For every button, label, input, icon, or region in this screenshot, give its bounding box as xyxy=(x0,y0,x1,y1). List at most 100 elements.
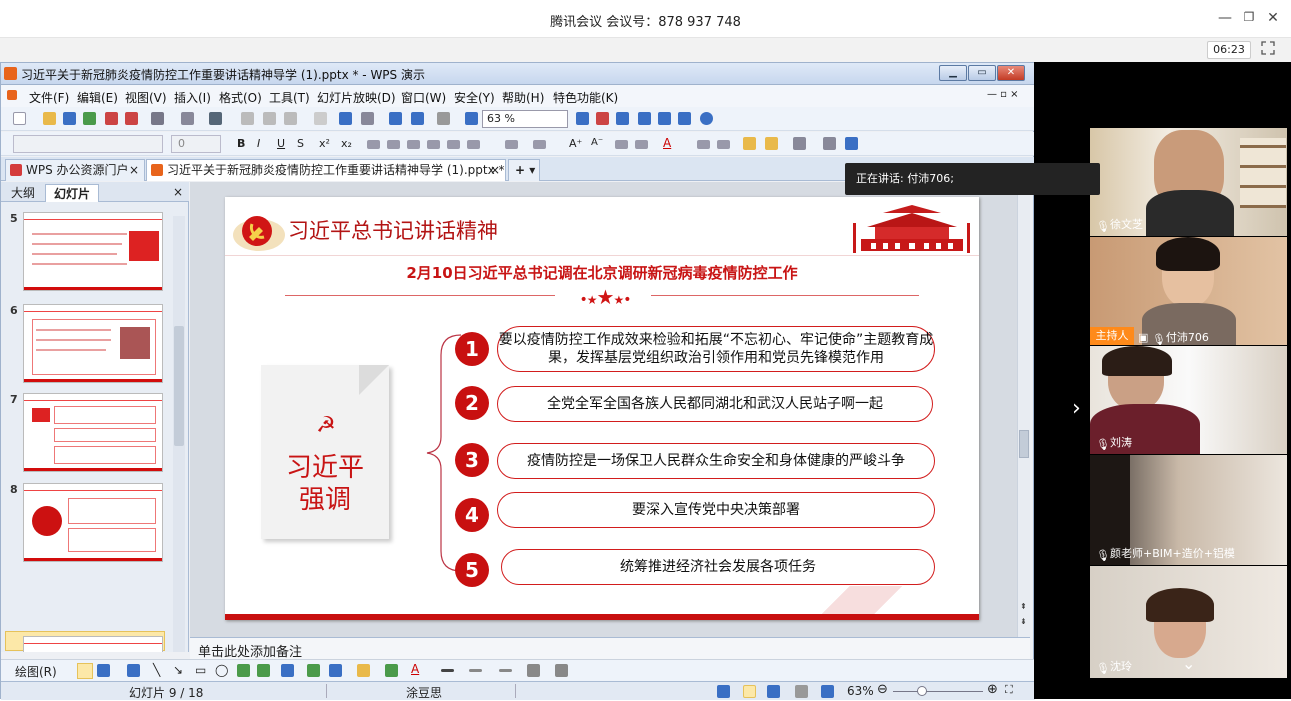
zoom-combo[interactable]: 63 % xyxy=(482,110,568,128)
panel-scrollbar[interactable] xyxy=(173,216,185,652)
grid2-icon[interactable] xyxy=(823,137,836,150)
wps-minimize-button[interactable]: ▁ xyxy=(939,65,967,81)
subscript-button[interactable]: x₂ xyxy=(341,137,352,150)
video-tile[interactable]: 🎙刘涛 xyxy=(1090,346,1287,454)
paste-icon[interactable] xyxy=(284,112,297,125)
shadow-icon[interactable] xyxy=(527,664,540,677)
arrow-style-icon[interactable] xyxy=(499,669,512,672)
table-icon[interactable] xyxy=(793,137,806,150)
3d-icon[interactable] xyxy=(555,664,568,677)
grid-icon[interactable] xyxy=(465,112,478,125)
numbered-list-icon[interactable] xyxy=(505,140,518,149)
share-icon[interactable] xyxy=(678,112,691,125)
video-tile[interactable]: 🎙沈玲 ⌄ xyxy=(1090,566,1287,678)
picture-icon[interactable] xyxy=(307,664,320,677)
redo-icon[interactable] xyxy=(361,112,374,125)
view-normal-icon[interactable] xyxy=(717,685,730,698)
preview-icon[interactable] xyxy=(181,112,194,125)
wps-restore-button[interactable]: ▭ xyxy=(968,65,996,81)
menu-special[interactable]: 特色功能(K) xyxy=(553,89,618,106)
tab-document[interactable]: 习近平关于新冠肺炎疫情防控工作重要讲话精神导学 (1).pptx * × xyxy=(146,159,506,181)
new-icon[interactable] xyxy=(13,112,26,125)
video-tile[interactable]: 🎙徐文芝 xyxy=(1090,128,1287,236)
rotate-icon[interactable] xyxy=(97,664,110,677)
wordart-icon[interactable] xyxy=(281,664,294,677)
print-icon[interactable] xyxy=(151,112,164,125)
menu-insert[interactable]: 插入(I) xyxy=(174,89,211,106)
italic-button[interactable]: I xyxy=(257,137,260,150)
pdf2-icon[interactable] xyxy=(125,112,138,125)
fit-window-icon[interactable]: ⛶ xyxy=(1005,683,1013,697)
shadow-button[interactable]: S xyxy=(297,137,304,150)
save-icon[interactable] xyxy=(63,112,76,125)
font-name-combo[interactable] xyxy=(13,135,163,153)
cut-icon[interactable] xyxy=(241,112,254,125)
slideshow-icon[interactable] xyxy=(821,685,834,698)
find-icon[interactable] xyxy=(576,112,589,125)
zoom-slider[interactable] xyxy=(893,691,983,692)
copy-icon[interactable] xyxy=(263,112,276,125)
autoshape-icon[interactable] xyxy=(127,664,140,677)
line-color-icon[interactable] xyxy=(385,664,398,677)
slide-icon[interactable] xyxy=(638,112,651,125)
bold-button[interactable]: B xyxy=(237,137,245,150)
slide-thumbnail[interactable] xyxy=(23,483,163,562)
slide-thumbnail[interactable] xyxy=(23,304,163,383)
draw-menu[interactable]: 绘图(R) xyxy=(15,663,57,680)
distribute-icon[interactable] xyxy=(447,140,460,149)
open-icon[interactable] xyxy=(43,112,56,125)
slide-thumbnail-selected[interactable] xyxy=(23,636,163,652)
pdf-icon[interactable] xyxy=(105,112,118,125)
ellipse-icon[interactable]: ◯ xyxy=(215,663,228,677)
zoom-in-button[interactable]: ⊕ xyxy=(987,682,998,697)
video-tile[interactable]: 🎙颜老师+BIM+造价+铝模 xyxy=(1090,455,1287,565)
menu-help[interactable]: 帮助(H) xyxy=(502,89,544,106)
zoom-slider-thumb[interactable] xyxy=(917,686,927,696)
indent-icon[interactable] xyxy=(615,140,628,149)
shrink-font-button[interactable]: A⁻ xyxy=(591,137,603,148)
view-slide-icon[interactable] xyxy=(743,685,756,698)
brush-icon[interactable] xyxy=(314,112,327,125)
menu-security[interactable]: 安全(Y) xyxy=(454,89,495,106)
underline-button[interactable]: U xyxy=(277,137,285,150)
scroll-thumb[interactable] xyxy=(1019,430,1029,458)
menu-tools[interactable]: 工具(T) xyxy=(269,89,310,106)
fill-color-icon[interactable] xyxy=(357,664,370,677)
grow-font-button[interactable]: A⁺ xyxy=(569,137,582,150)
spacing2-icon[interactable] xyxy=(717,140,730,149)
help-icon[interactable] xyxy=(700,112,713,125)
menu-slideshow[interactable]: 幻灯片放映(D) xyxy=(317,89,396,106)
undo-icon[interactable] xyxy=(339,112,352,125)
layout-icon[interactable] xyxy=(743,137,756,150)
slide-thumbnail[interactable] xyxy=(23,393,163,472)
notes-pane[interactable]: 单击此处添加备注 xyxy=(190,637,1030,660)
close-button[interactable]: ✕ xyxy=(1263,10,1283,26)
zoom-out-button[interactable]: ⊖ xyxy=(877,682,888,697)
tab-outline[interactable]: 大纲 xyxy=(3,184,43,202)
formula-icon[interactable] xyxy=(389,112,402,125)
justify-icon[interactable] xyxy=(427,140,440,149)
minimize-button[interactable]: — xyxy=(1215,10,1235,26)
video-tile[interactable]: 主持人 ▣ 🎙付沛706 xyxy=(1090,237,1287,345)
select-icon[interactable] xyxy=(77,663,93,679)
vertical-text-icon[interactable] xyxy=(257,664,270,677)
add-tab-button[interactable]: + ▾ xyxy=(508,159,540,181)
slide-thumbnail[interactable] xyxy=(23,212,163,291)
clipart-icon[interactable] xyxy=(329,664,342,677)
superscript-button[interactable]: x² xyxy=(319,137,330,150)
menu-window[interactable]: 窗口(W) xyxy=(401,89,446,106)
align-left-icon[interactable] xyxy=(367,140,380,149)
tab-wps-portal[interactable]: WPS 办公资源门户 × xyxy=(5,159,145,181)
arrow-icon[interactable]: ↘ xyxy=(173,663,183,677)
design-icon[interactable] xyxy=(765,137,778,150)
slide-canvas[interactable]: 习近平总书记讲话精神 2月10日习近平总书记调在北京调研新冠病毒疫情防控工作 •… xyxy=(190,182,1028,637)
textbox-icon[interactable] xyxy=(237,664,250,677)
menu-file[interactable]: 文件(F) xyxy=(29,89,69,106)
collapse-arrow[interactable]: ⌄ xyxy=(1182,654,1195,673)
extra-icon[interactable] xyxy=(845,137,858,150)
font-color-button[interactable]: A xyxy=(663,136,671,150)
expand-arrow[interactable]: › xyxy=(1072,396,1081,421)
dash-style-icon[interactable] xyxy=(469,669,482,672)
view-icon[interactable] xyxy=(616,112,629,125)
view-sorter-icon[interactable] xyxy=(767,685,780,698)
